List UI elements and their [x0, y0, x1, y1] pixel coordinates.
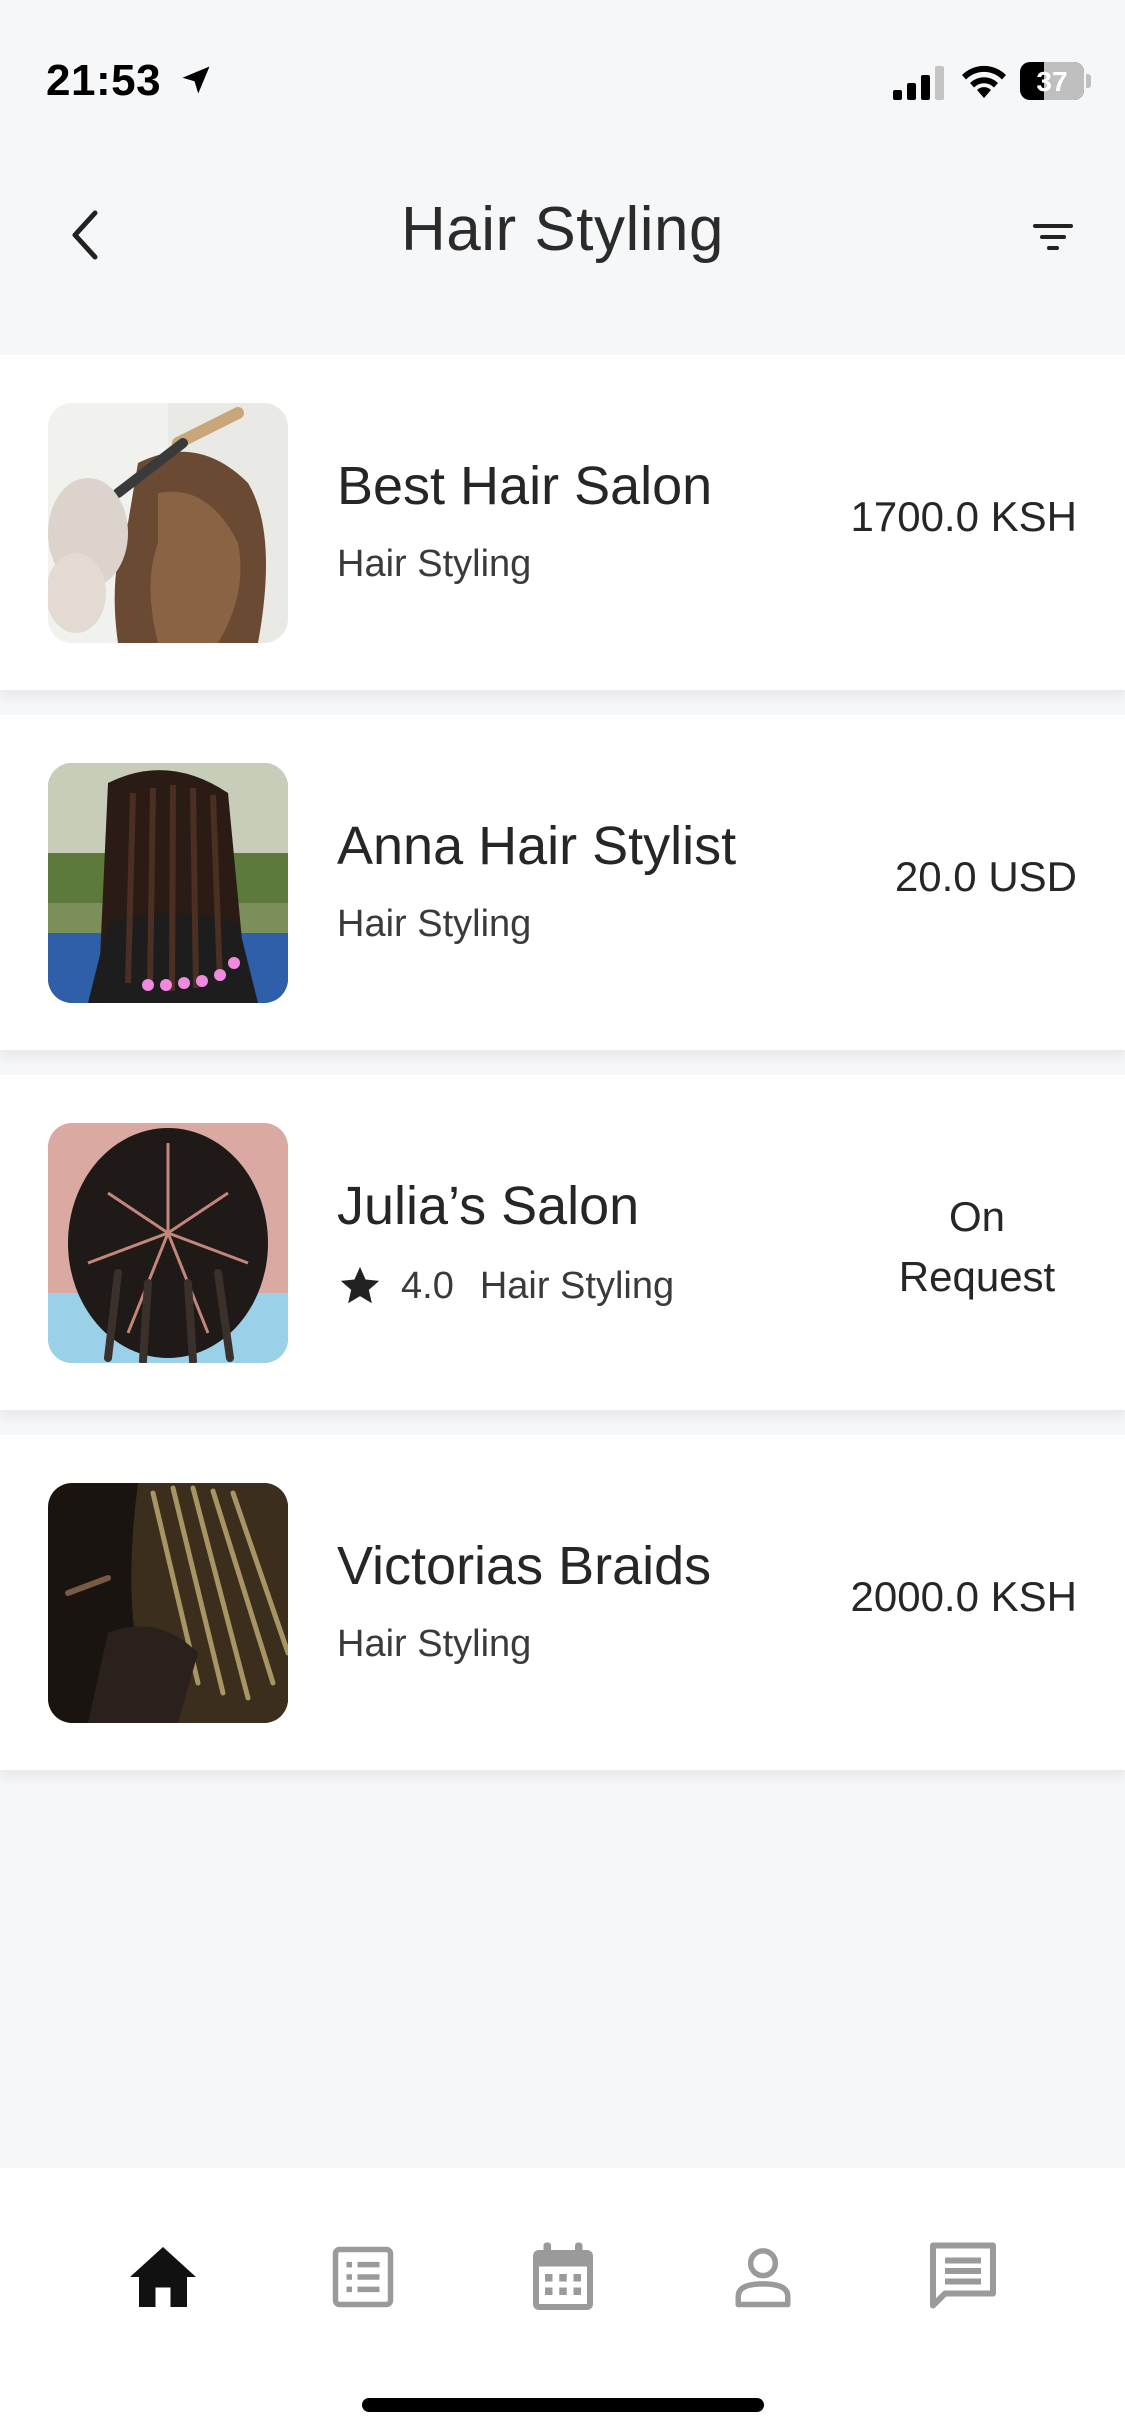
salon-image [48, 1123, 288, 1363]
bottom-navigation [0, 2168, 1125, 2436]
location-arrow-icon [182, 66, 210, 94]
profile-icon [735, 2248, 791, 2308]
filter-icon [1033, 224, 1073, 250]
salon-category-row: 4.0 Hair Styling [337, 1263, 674, 1309]
nav-messages[interactable] [918, 2232, 1008, 2322]
salon-name: Julia’s Salon [337, 1176, 640, 1236]
nav-profile[interactable] [718, 2232, 808, 2322]
salon-price: 2000.0 KSH [850, 1573, 1078, 1620]
listing-card[interactable]: Julia’s Salon 4.0 Hair Styling On Reques… [0, 1075, 1125, 1410]
cellular-signal-icon [893, 66, 944, 100]
salon-rating: 4.0 [401, 1264, 454, 1307]
salon-price: 20.0 USD [894, 853, 1077, 900]
salon-price: On Request [898, 1193, 1056, 1300]
nav-home[interactable] [118, 2232, 208, 2322]
nav-list[interactable] [318, 2232, 408, 2322]
salon-name: Victorias Braids [337, 1536, 712, 1596]
messages-icon [930, 2242, 996, 2309]
salon-name: Anna Hair Stylist [337, 816, 737, 876]
home-indicator[interactable] [362, 2398, 764, 2412]
salon-category-row: Hair Styling [337, 543, 531, 586]
listing-card[interactable]: Best Hair Salon Hair Styling 1700.0 KSH [0, 355, 1125, 690]
salon-category: Hair Styling [337, 903, 532, 945]
listing-card[interactable]: Anna Hair Stylist Hair Styling 20.0 USD [0, 715, 1125, 1050]
status-time: 21:53 [46, 56, 162, 105]
salon-category: Hair Styling [337, 543, 532, 585]
salon-price: 1700.0 KSH [850, 493, 1078, 540]
list-icon [332, 2246, 394, 2308]
listing-card[interactable]: Victorias Braids Hair Styling 2000.0 KSH [0, 1435, 1125, 1770]
salon-category: Hair Styling [479, 1264, 675, 1307]
status-bar: 21:53 37 [0, 0, 1125, 150]
header: Hair Styling [0, 150, 1125, 355]
calendar-icon [533, 2242, 593, 2310]
wifi-icon [962, 65, 1006, 98]
home-icon [130, 2247, 196, 2307]
salon-category-row: Hair Styling [337, 903, 531, 946]
filter-button[interactable] [1025, 214, 1081, 260]
salon-category-row: Hair Styling [337, 1623, 531, 1666]
salon-image [48, 763, 288, 1003]
battery-icon: 37 [1020, 62, 1092, 100]
salon-image [48, 1483, 288, 1723]
salon-category: Hair Styling [337, 1623, 532, 1665]
salon-image [48, 403, 288, 643]
nav-calendar[interactable] [518, 2232, 608, 2322]
salon-name: Best Hair Salon [337, 456, 713, 516]
star-icon [340, 1266, 380, 1304]
page-title: Hair Styling [401, 195, 724, 264]
battery-level: 37 [1036, 66, 1068, 97]
